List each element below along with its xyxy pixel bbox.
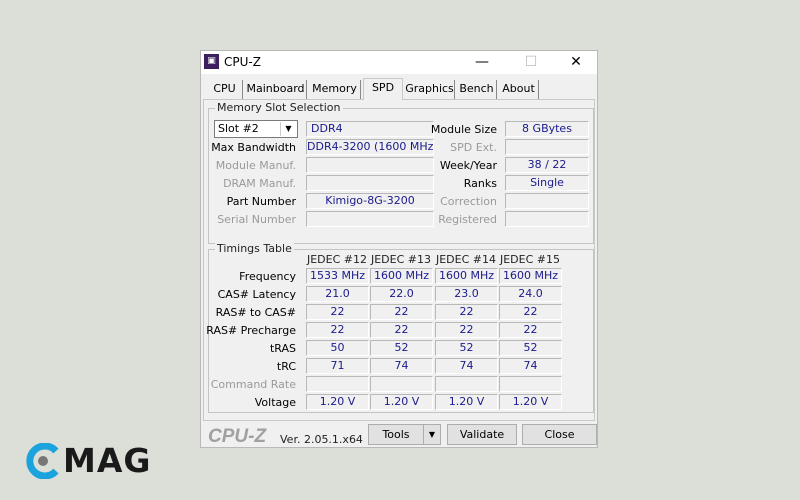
timing-row-label: tRC xyxy=(276,360,296,373)
timing-row-label: CAS# Latency xyxy=(217,288,296,301)
timing-row-label: Frequency xyxy=(239,270,296,283)
version-label: Ver. 2.05.1.x64 xyxy=(280,433,363,446)
tools-button[interactable]: Tools xyxy=(368,424,424,445)
timing-cell: 22 xyxy=(306,304,369,320)
slot-select[interactable]: Slot #2 ▼ xyxy=(214,120,298,138)
validate-button[interactable]: Validate xyxy=(447,424,517,445)
column-header: JEDEC #15 xyxy=(499,253,560,266)
correction-field xyxy=(505,193,589,209)
slot-value: Slot #2 xyxy=(218,122,259,135)
serial-number-field xyxy=(306,211,434,227)
week-year-label: Week/Year xyxy=(439,159,497,172)
close-window-button[interactable]: ✕ xyxy=(553,51,599,74)
timing-cell: 74 xyxy=(435,358,498,374)
cpu-z-app-icon: ▣ xyxy=(204,54,219,69)
tools-dropdown-chevron-down-icon[interactable]: ▼ xyxy=(423,424,441,445)
timing-cell: 1.20 V xyxy=(370,394,433,410)
watermark-text: MAG xyxy=(63,441,152,480)
timing-cell: 52 xyxy=(370,340,433,356)
timing-row-label: Command Rate xyxy=(210,378,296,391)
cpuz-window: ▣ CPU-Z — ☐ ✕ CPU Mainboard Memory SPD G… xyxy=(200,50,598,448)
cmag-logo-icon xyxy=(26,443,59,479)
registered-label: Registered xyxy=(438,213,497,226)
module-manuf-label: Module Manuf. xyxy=(215,159,296,172)
tab-mainboard[interactable]: Mainboard xyxy=(245,80,307,99)
tab-about[interactable]: About xyxy=(499,80,539,99)
module-size-label: Module Size xyxy=(430,123,497,136)
timing-cell: 22.0 xyxy=(370,286,433,302)
module-size-field: 8 GBytes xyxy=(505,121,589,137)
group-title: Timings Table xyxy=(215,242,294,255)
dram-manuf-label: DRAM Manuf. xyxy=(223,177,296,190)
registered-field xyxy=(505,211,589,227)
timing-cell: 22 xyxy=(435,304,498,320)
column-header: JEDEC #12 xyxy=(306,253,367,266)
timing-cell: 21.0 xyxy=(306,286,369,302)
timing-cell: 50 xyxy=(306,340,369,356)
window-title: CPU-Z xyxy=(224,55,261,69)
timing-cell xyxy=(306,376,369,392)
tab-bench[interactable]: Bench xyxy=(457,80,497,99)
timing-row-label: RAS# to CAS# xyxy=(215,306,296,319)
chevron-down-icon[interactable]: ▼ xyxy=(280,122,296,136)
spd-ext-label: SPD Ext. xyxy=(450,141,497,154)
timings-table-group: Timings Table JEDEC #12 JEDEC #13 JEDEC #1… xyxy=(206,242,594,413)
max-bandwidth-field: DDR4-3200 (1600 MHz) xyxy=(306,139,434,155)
cpu-z-logo: CPU-Z xyxy=(208,426,267,447)
max-bandwidth-label: Max Bandwidth xyxy=(211,141,296,154)
timing-cell: 52 xyxy=(435,340,498,356)
timing-cell: 74 xyxy=(499,358,562,374)
timing-cell: 22 xyxy=(370,304,433,320)
timing-cell: 1.20 V xyxy=(306,394,369,410)
memory-type-field: DDR4 xyxy=(306,121,434,137)
timing-cell: 1600 MHz xyxy=(499,268,562,284)
tab-spd[interactable]: SPD xyxy=(363,78,403,100)
column-header: JEDEC #13 xyxy=(370,253,431,266)
timing-cell: 22 xyxy=(370,322,433,338)
timing-row-label: tRAS xyxy=(269,342,296,355)
timing-row-label: Voltage xyxy=(254,396,296,409)
week-year-field: 38 / 22 xyxy=(505,157,589,173)
timing-cell: 1.20 V xyxy=(499,394,562,410)
close-button[interactable]: Close xyxy=(522,424,597,445)
tab-cpu[interactable]: CPU xyxy=(207,80,243,99)
tab-memory[interactable]: Memory xyxy=(309,80,361,99)
timing-cell xyxy=(499,376,562,392)
timing-cell xyxy=(370,376,433,392)
timing-cell: 24.0 xyxy=(499,286,562,302)
timing-row-label: RAS# Precharge xyxy=(206,324,296,337)
timing-cell: 52 xyxy=(499,340,562,356)
timing-cell: 22 xyxy=(499,322,562,338)
group-title: Memory Slot Selection xyxy=(215,101,343,114)
spd-ext-field xyxy=(505,139,589,155)
part-number-label: Part Number xyxy=(226,195,296,208)
timing-cell: 23.0 xyxy=(435,286,498,302)
timing-cell: 1600 MHz xyxy=(435,268,498,284)
correction-label: Correction xyxy=(440,195,497,208)
timing-cell: 1600 MHz xyxy=(370,268,433,284)
dram-manuf-field xyxy=(306,175,434,191)
ranks-label: Ranks xyxy=(463,177,497,190)
timing-cell: 1.20 V xyxy=(435,394,498,410)
timing-cell: 1533 MHz xyxy=(306,268,369,284)
timing-cell: 22 xyxy=(435,322,498,338)
timing-cell: 71 xyxy=(306,358,369,374)
part-number-field: Kimigo-8G-3200 xyxy=(306,193,434,209)
column-header: JEDEC #14 xyxy=(435,253,496,266)
module-manuf-field xyxy=(306,157,434,173)
spd-panel: Memory Slot Selection Slot #2 ▼ DDR4 Max … xyxy=(203,99,595,421)
serial-number-label: Serial Number xyxy=(217,213,296,226)
minimize-button[interactable]: — xyxy=(459,51,505,74)
timing-cell: 22 xyxy=(306,322,369,338)
title-bar: ▣ CPU-Z — ☐ ✕ xyxy=(201,51,597,74)
tab-graphics[interactable]: Graphics xyxy=(405,80,455,99)
timing-cell: 22 xyxy=(499,304,562,320)
memory-slot-group: Memory Slot Selection Slot #2 ▼ DDR4 Max … xyxy=(208,101,594,244)
timing-cell: 74 xyxy=(370,358,433,374)
ranks-field: Single xyxy=(505,175,589,191)
maximize-button[interactable]: ☐ xyxy=(508,51,554,74)
timing-cell xyxy=(435,376,498,392)
